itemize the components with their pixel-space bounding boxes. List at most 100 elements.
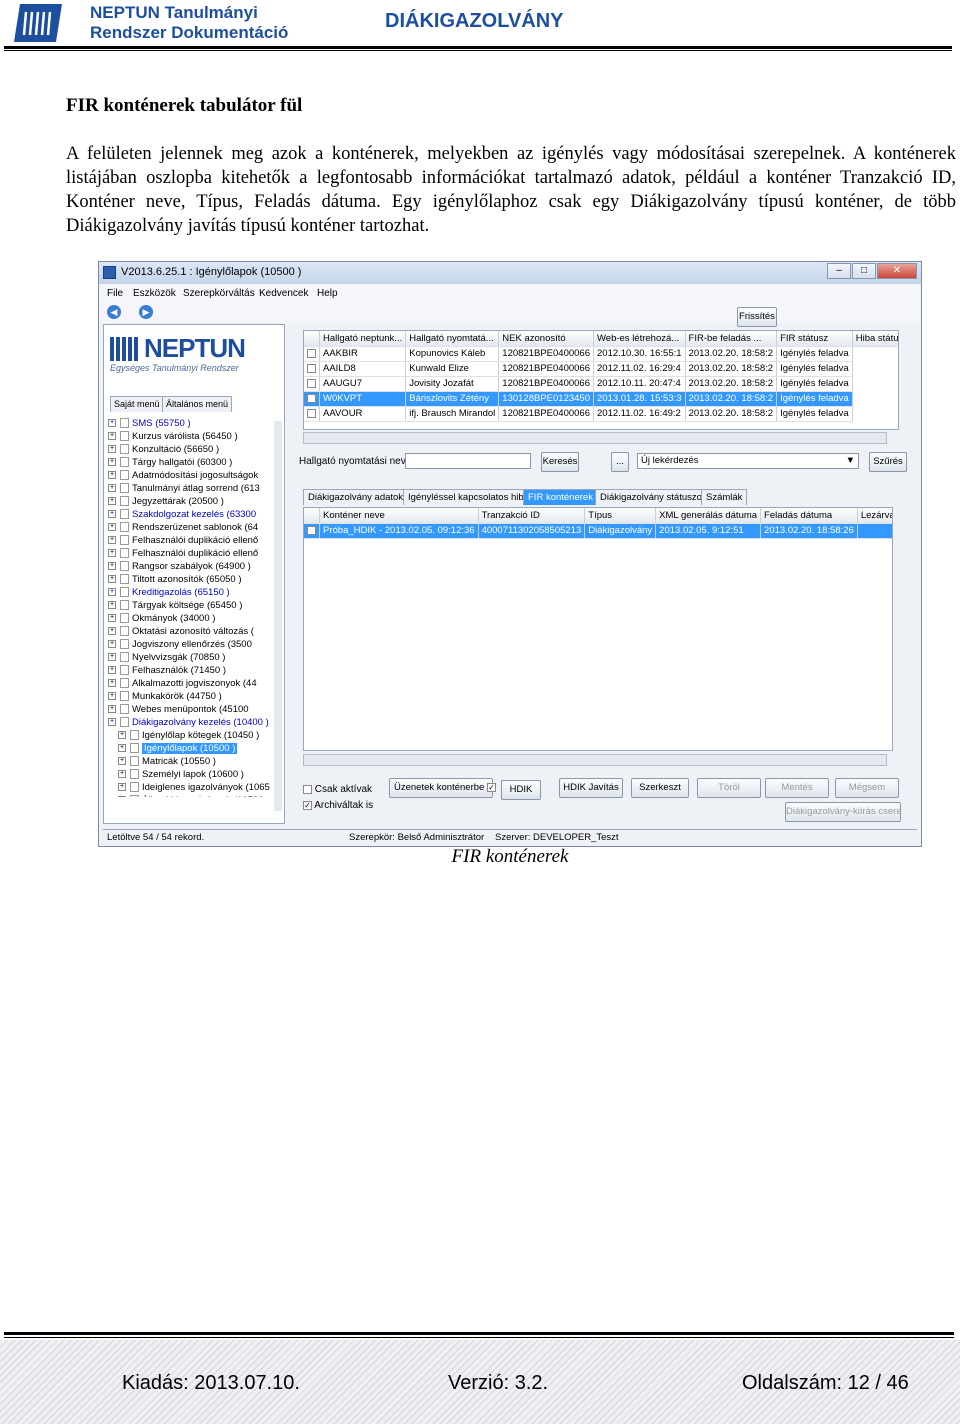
tab-card-data[interactable]: Diákigazolvány adatok [303, 489, 409, 505]
menu-favorites[interactable]: Kedvencek [259, 288, 308, 299]
archived-checkbox[interactable]: ✓ Archiváltak is [303, 800, 373, 811]
expand-icon[interactable]: + [108, 575, 116, 584]
expand-icon[interactable]: + [118, 783, 126, 792]
expand-icon[interactable]: + [108, 523, 116, 532]
expand-icon[interactable]: + [108, 471, 116, 480]
minimize-button[interactable]: – [827, 263, 851, 279]
expand-icon[interactable]: + [108, 692, 116, 701]
tree-item[interactable]: + Felhasználók (71450 ) [108, 664, 226, 677]
search-input[interactable] [405, 453, 531, 469]
column-header[interactable]: Hallgató neptunk... [319, 331, 407, 347]
close-button[interactable]: ✕ [877, 263, 917, 279]
tree-item[interactable]: + Jogviszony ellenőrzés (3500 [108, 638, 252, 651]
expand-icon[interactable]: + [108, 588, 116, 597]
column-header[interactable] [304, 508, 320, 524]
expand-icon[interactable]: + [108, 666, 116, 675]
maximize-button[interactable]: □ [852, 263, 876, 279]
dots-button[interactable]: ... [611, 452, 629, 472]
expand-icon[interactable]: + [108, 718, 116, 727]
expand-icon[interactable]: + [108, 432, 116, 441]
menu-file[interactable]: File [107, 288, 123, 299]
tree-item[interactable]: + Felhasználói duplikáció ellenő [108, 547, 258, 560]
column-header[interactable]: Feladás dátuma [760, 508, 858, 524]
row-checkbox[interactable] [304, 391, 320, 407]
column-header[interactable]: Hiba státus [852, 331, 898, 347]
tree-item[interactable]: + Alkalmazotti jogviszonyok (44 [108, 677, 257, 690]
expand-icon[interactable]: + [118, 796, 126, 797]
tree-item[interactable]: + Webes menüpontok (45100 [108, 703, 249, 716]
students-grid-hscroll[interactable] [303, 432, 887, 444]
tab-invoices[interactable]: Számlák [701, 489, 748, 505]
column-header[interactable]: Hallgató nyomtatá... [405, 331, 500, 347]
tree-item[interactable]: + Szakdolgozat kezelés (63300 [108, 508, 256, 521]
table-row[interactable]: AAKBIR Kopunovics Káleb 120821BPE0400066 20… [304, 346, 898, 362]
expand-icon[interactable]: + [108, 536, 116, 545]
row-checkbox[interactable] [304, 361, 320, 377]
table-row[interactable]: W0KVPT Báriszlovits Zétény 130128BPE012345… [304, 391, 898, 407]
column-header[interactable]: NEK azonosító [498, 331, 594, 347]
column-header[interactable] [304, 331, 320, 347]
edit-button[interactable]: Szerkeszt [631, 778, 689, 798]
row-checkbox[interactable] [304, 376, 320, 392]
messages-container-checkbox[interactable]: Üzenetek konténerbe ✓ [389, 778, 496, 798]
tree-item[interactable]: + Matricák (10550 ) [118, 755, 216, 768]
expand-icon[interactable]: + [108, 562, 116, 571]
table-row[interactable]: AAILD8 Kunwald Elize 120821BPE0400066 2012.… [304, 361, 898, 377]
card-replace-button[interactable]: Diákigazolvány-kiírás csere [785, 802, 902, 822]
table-row[interactable]: AAVOUR ifj. Brausch Mirandol 120821BPE0400… [304, 406, 898, 422]
tree-item[interactable]: + Tárgy hallgatói (60300 ) [108, 456, 232, 469]
column-header[interactable]: Típus [584, 508, 657, 524]
tree-item[interactable]: + Kreditigazolás (65150 ) [108, 586, 230, 599]
tree-scrollbar[interactable] [274, 421, 282, 811]
forward-icon[interactable]: ▶ [139, 305, 153, 319]
expand-icon[interactable]: + [108, 627, 116, 636]
refresh-button[interactable]: Frissítés [737, 307, 777, 327]
table-row[interactable]: Próba_HDIK - 2013.02.05. 09:12:36 4000711… [304, 523, 892, 539]
tab-request-errors[interactable]: Igényléssel kapcsolatos hibák [403, 489, 539, 505]
tree-item[interactable]: + Igénylőlapok (10500 ) [118, 742, 238, 755]
tree-item[interactable]: + Rangsor szabályok (64900 ) [108, 560, 251, 573]
tree-item[interactable]: + Felhasználói duplikáció ellenő [108, 534, 258, 547]
column-header[interactable]: Konténer neve [319, 508, 479, 524]
expand-icon[interactable]: + [108, 614, 116, 623]
tab-own-menu[interactable]: Saját menü [110, 396, 164, 412]
expand-icon[interactable]: + [108, 679, 116, 688]
tree-item[interactable]: + Kurzus várólista (56450 ) [108, 430, 238, 443]
expand-icon[interactable]: + [108, 510, 116, 519]
column-header[interactable]: Lezárva [857, 508, 892, 524]
back-icon[interactable]: ◀ [107, 305, 121, 319]
save-button[interactable]: Mentés [765, 778, 829, 798]
tab-fir-containers[interactable]: FIR konténerek [523, 489, 598, 505]
hdik-fix-button[interactable]: HDIK Javítás [559, 778, 623, 798]
column-header[interactable]: FIR státusz [776, 331, 853, 347]
expand-icon[interactable]: + [108, 653, 116, 662]
expand-icon[interactable]: + [108, 419, 116, 428]
menu-tools[interactable]: Eszközök [133, 288, 176, 299]
expand-icon[interactable]: + [118, 731, 126, 740]
tab-card-statuses[interactable]: Diákigazolvány státuszok [595, 489, 712, 505]
expand-icon[interactable]: + [108, 640, 116, 649]
menu-role-switch[interactable]: Szerepkörváltás [183, 288, 255, 299]
column-header[interactable]: XML generálás dátuma [655, 508, 762, 524]
tree-item[interactable]: + Jegyzettárak (20500 ) [108, 495, 224, 508]
query-select[interactable]: Új lekérdezés ▼ [637, 453, 859, 469]
delete-button[interactable]: Töröl [697, 778, 761, 798]
row-checkbox[interactable] [304, 523, 320, 539]
tree-item[interactable]: + Rendszerüzenet sablonok (64 [108, 521, 258, 534]
menu-help[interactable]: Help [317, 288, 338, 299]
table-row[interactable]: AAUGU7 Jovisity Jozafát 120821BPE0400066 20… [304, 376, 898, 392]
expand-icon[interactable]: + [108, 497, 116, 506]
tab-general-menu[interactable]: Általános menü [162, 396, 233, 412]
expand-icon[interactable]: + [118, 744, 126, 753]
tree-item[interactable]: + Diákigazolvány kezelés (10400 ) [108, 716, 269, 729]
tree-item[interactable]: + Munkakörök (44750 ) [108, 690, 222, 703]
row-checkbox[interactable] [304, 406, 320, 422]
expand-icon[interactable]: + [108, 549, 116, 558]
containers-grid-hscroll[interactable] [303, 754, 887, 766]
tree-item[interactable]: + Nyelvvizsgák (70850 ) [108, 651, 225, 664]
expand-icon[interactable]: + [118, 770, 126, 779]
tree-item[interactable]: + Állandó igazolványok (10700 [118, 794, 263, 797]
tree-item[interactable]: + Tárgyak költsége (65450 ) [108, 599, 242, 612]
tree-item[interactable]: + Adatmódosítási jogosultságok [108, 469, 258, 482]
tree-item[interactable]: + Személyi lapok (10600 ) [118, 768, 244, 781]
